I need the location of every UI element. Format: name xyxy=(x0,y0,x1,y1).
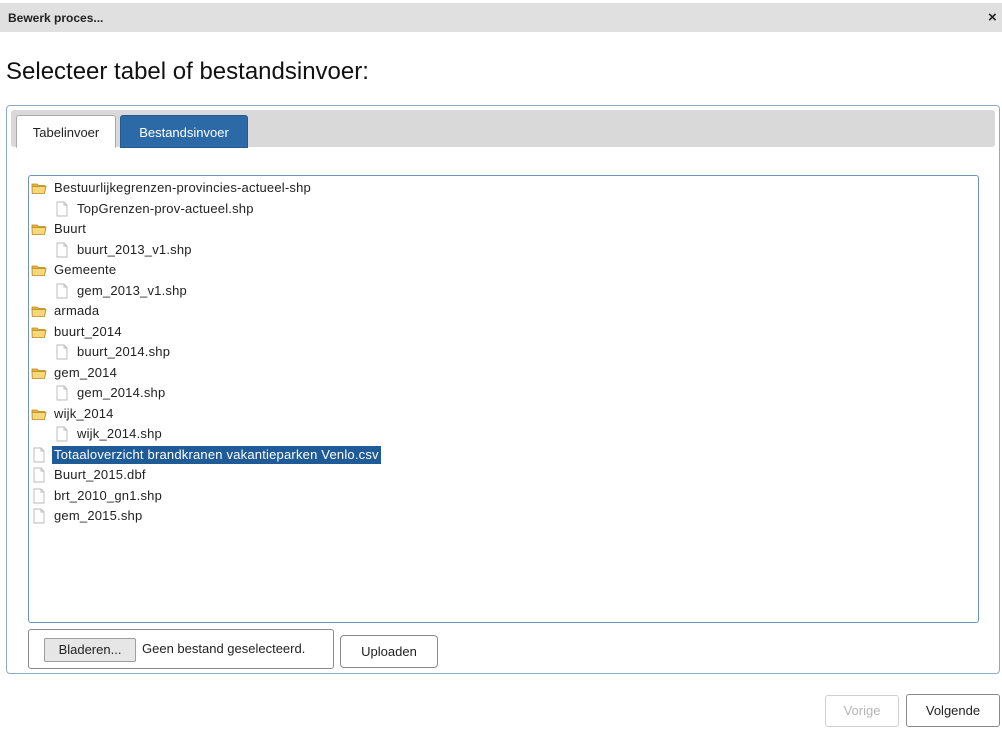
file-status: Geen bestand geselecteerd. xyxy=(142,641,306,656)
page-heading: Selecteer tabel of bestandsinvoer: xyxy=(6,58,369,85)
file-input: Bladeren... Geen bestand geselecteerd. xyxy=(28,629,334,669)
folder-open-icon xyxy=(31,262,47,278)
folder-open-icon xyxy=(31,365,47,381)
folder-open-icon xyxy=(31,303,47,319)
dialog-titlebar: Bewerk proces... × xyxy=(0,3,1002,32)
file-icon xyxy=(54,385,70,401)
tree-item-label: TopGrenzen-prov-actueel.shp xyxy=(77,200,254,216)
tree-item-label: Bestuurlijkegrenzen-provincies-actueel-s… xyxy=(54,180,311,195)
file-icon xyxy=(31,467,47,483)
folder-open-icon xyxy=(31,406,47,422)
file-icon xyxy=(54,426,70,442)
tree-item-label: armada xyxy=(54,303,100,318)
dialog-title: Bewerk proces... xyxy=(8,11,104,25)
file-icon xyxy=(54,242,70,258)
browse-button[interactable]: Bladeren... xyxy=(44,638,136,662)
previous-button[interactable]: Vorige xyxy=(825,695,899,727)
tree-item-label: Totaaloverzicht brandkranen vakantiepark… xyxy=(52,445,381,464)
file-icon xyxy=(31,488,47,504)
file-icon xyxy=(54,283,70,299)
tree-item-label: gem_2013_v1.shp xyxy=(77,282,187,298)
tree-item-label: Buurt xyxy=(54,221,87,236)
input-panel: Tabelinvoer Bestandsinvoer Bestuurlijkeg… xyxy=(6,105,1000,674)
tree-item-label: buurt_2014.shp xyxy=(77,344,171,359)
file-icon xyxy=(54,201,70,217)
file-icon xyxy=(31,508,47,524)
tree-item-label: wijk_2014 xyxy=(54,405,114,421)
folder-open-icon xyxy=(31,221,47,237)
tree-item-label: buurt_2013_v1.shp xyxy=(77,241,192,257)
folder-open-icon xyxy=(31,324,47,340)
tree-item-label: gem_2014.shp xyxy=(77,385,166,400)
tree-item-label: Gemeente xyxy=(54,262,117,277)
file-icon xyxy=(31,447,47,463)
tree-item-label: brt_2010_gn1.shp xyxy=(54,487,163,503)
tab-tabelinvoer[interactable]: Tabelinvoer xyxy=(16,115,116,148)
folder-open-icon xyxy=(31,180,47,196)
tree-item-label: Buurt_2015.dbf xyxy=(54,467,146,482)
tree-item-label: wijk_2014.shp xyxy=(77,426,162,441)
close-icon[interactable]: × xyxy=(988,10,1002,25)
tab-strip: Tabelinvoer Bestandsinvoer xyxy=(11,110,995,148)
tree-item-label: gem_2014 xyxy=(54,364,118,380)
next-button[interactable]: Volgende xyxy=(906,694,1000,727)
tree-item-label: buurt_2014 xyxy=(54,323,122,339)
file-tree[interactable]: Bestuurlijkegrenzen-provincies-actueel-s… xyxy=(28,175,979,623)
file-icon xyxy=(54,344,70,360)
tree-item-label: gem_2015.shp xyxy=(54,508,143,523)
upload-button[interactable]: Uploaden xyxy=(340,635,438,668)
tab-bestandsinvoer[interactable]: Bestandsinvoer xyxy=(120,115,248,148)
